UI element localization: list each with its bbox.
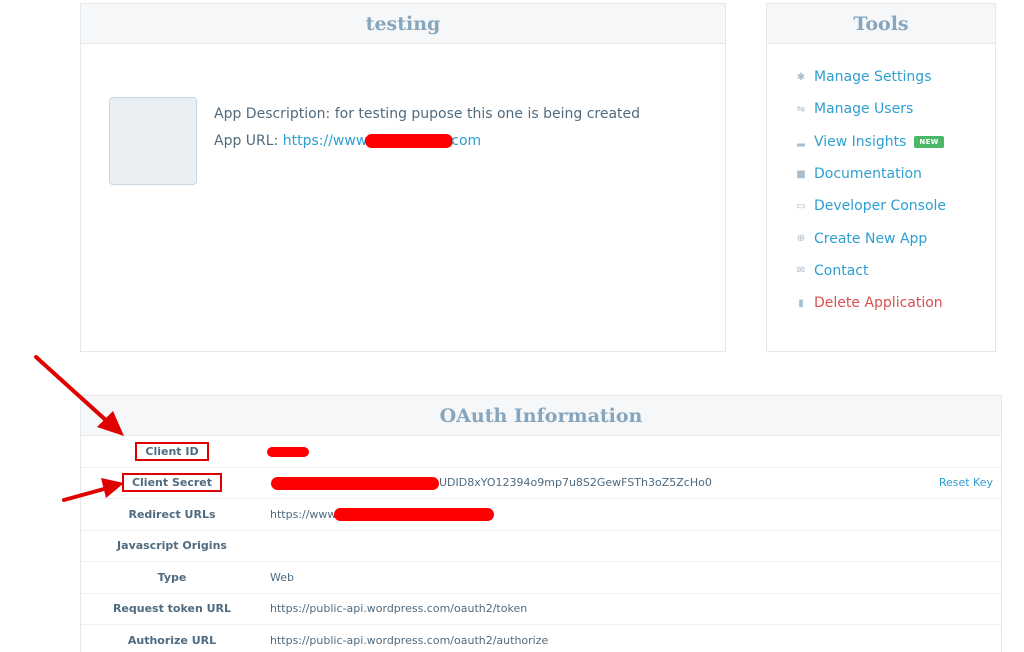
annotation-arrows xyxy=(34,355,124,502)
arrow-to-client-id xyxy=(34,355,124,436)
arrow-to-client-secret xyxy=(62,478,124,502)
